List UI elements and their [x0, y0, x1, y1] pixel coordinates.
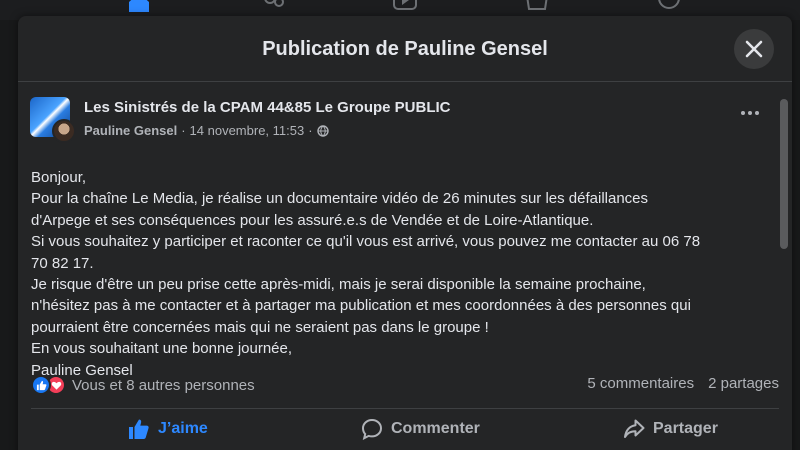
group-name-link[interactable]: Les Sinistrés de la CPAM 44&85 Le Groupe… — [84, 99, 451, 116]
post-line: En vous souhaitant une bonne journée, — [31, 340, 293, 358]
like-button[interactable]: J’aime — [128, 413, 208, 445]
friends-icon[interactable] — [261, 0, 287, 12]
shares-count-link[interactable]: 2 partages — [708, 375, 779, 392]
thumbs-up-icon — [129, 419, 149, 439]
author-avatar[interactable] — [52, 119, 76, 143]
post-line: Je risque d'être un peu prise cette aprè… — [31, 276, 646, 294]
comment-label: Commenter — [391, 420, 480, 437]
reactions-text: Vous et 8 autres personnes — [72, 376, 255, 394]
more-options-button[interactable] — [738, 105, 762, 121]
gaming-icon[interactable] — [656, 0, 682, 12]
meta-separator: · — [308, 123, 313, 138]
meta-separator: · — [181, 123, 186, 138]
dialog-title: Publication de Pauline Gensel — [262, 38, 548, 60]
marketplace-icon[interactable] — [524, 0, 550, 12]
comments-count-link[interactable]: 5 commentaires — [587, 375, 694, 392]
like-reaction-icon — [31, 375, 51, 395]
dialog-header: Publication de Pauline Gensel — [18, 16, 792, 82]
post-meta: Pauline Gensel · 14 novembre, 11:53 · — [84, 123, 329, 138]
watch-icon[interactable] — [392, 0, 418, 12]
avatar-group — [30, 97, 76, 143]
scrollbar[interactable] — [780, 99, 788, 249]
comment-icon — [361, 418, 383, 440]
globe-icon[interactable] — [316, 124, 329, 137]
post-line: 70 82 17. — [31, 254, 94, 272]
post-line: pourraient être concernées mais qui ne s… — [31, 318, 489, 336]
share-icon — [624, 419, 645, 438]
post-body: Bonjour, Pour la chaîne Le Media, je réa… — [31, 167, 776, 381]
post-dialog: Publication de Pauline Gensel Les Sinist… — [18, 16, 792, 450]
post-line: Pour la chaîne Le Media, je réalise un d… — [31, 190, 649, 208]
close-button[interactable] — [734, 29, 774, 69]
stats-counts: 5 commentaires 2 partages — [587, 375, 779, 392]
post-line: n'hésitez pas à me contacter et à partag… — [31, 297, 691, 315]
more-dot — [741, 111, 745, 115]
more-dot — [755, 111, 759, 115]
more-dot — [748, 111, 752, 115]
post-timestamp[interactable]: 14 novembre, 11:53 — [190, 123, 305, 138]
like-label: J’aime — [158, 420, 208, 437]
close-icon — [745, 40, 763, 58]
author-name-link[interactable]: Pauline Gensel — [84, 123, 177, 138]
post-line: d'Arpege et ses conséquences pour les as… — [31, 211, 594, 229]
post-line: Si vous souhaitez y participer et racont… — [31, 233, 701, 251]
post-line: Bonjour, — [31, 169, 87, 186]
post-actions: J’aime Commenter Partager — [31, 408, 779, 444]
share-label: Partager — [653, 420, 718, 437]
post-stats: Vous et 8 autres personnes 5 commentaire… — [31, 375, 779, 397]
comment-button[interactable]: Commenter — [361, 413, 480, 445]
share-button[interactable]: Partager — [623, 413, 718, 445]
reactions-summary[interactable]: Vous et 8 autres personnes — [31, 375, 255, 395]
home-icon[interactable] — [126, 0, 152, 12]
